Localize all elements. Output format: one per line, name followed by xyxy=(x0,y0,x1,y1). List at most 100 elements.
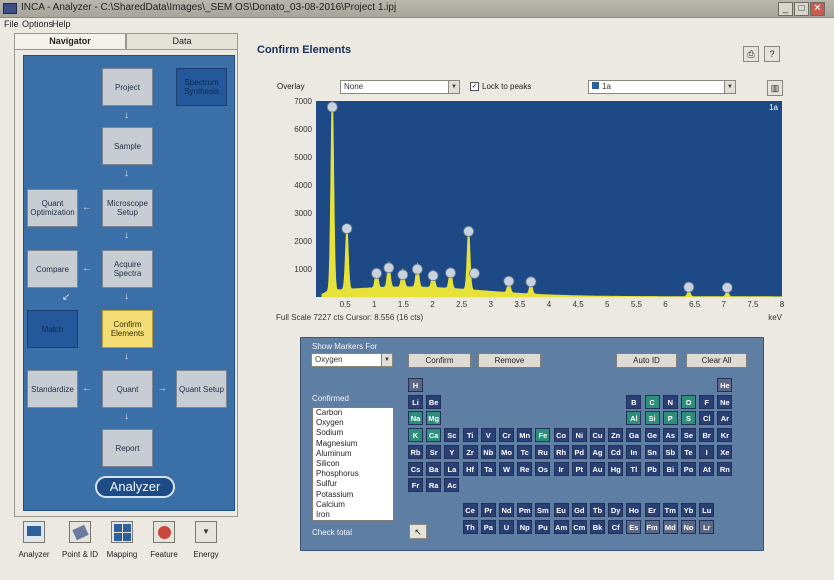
tool-mapping[interactable]: Mapping xyxy=(102,518,142,562)
tab-navigator[interactable]: Navigator xyxy=(14,33,126,49)
peak-marker[interactable] xyxy=(383,262,395,274)
element-rn[interactable]: Rn xyxy=(717,461,733,476)
element-ag[interactable]: Ag xyxy=(590,444,605,459)
close-button[interactable]: ✕ xyxy=(810,2,825,16)
element-u[interactable]: U xyxy=(499,520,514,534)
element-b[interactable]: B xyxy=(626,394,642,409)
element-v[interactable]: V xyxy=(480,428,496,443)
confirm-button[interactable]: Confirm xyxy=(408,353,471,368)
element-te[interactable]: Te xyxy=(681,444,696,459)
element-in[interactable]: In xyxy=(626,444,642,459)
element-fe[interactable]: Fe xyxy=(535,428,551,443)
peak-marker[interactable] xyxy=(503,275,515,287)
peak-marker[interactable] xyxy=(463,225,475,237)
element-pt[interactable]: Pt xyxy=(571,461,587,476)
element-ga[interactable]: Ga xyxy=(626,428,642,443)
confirmed-element-item[interactable]: Potassium xyxy=(313,490,393,500)
element-ta[interactable]: Ta xyxy=(480,461,496,476)
confirmed-element-item[interactable]: Aluminum xyxy=(313,449,393,459)
element-k[interactable]: K xyxy=(408,428,423,443)
element-ba[interactable]: Ba xyxy=(426,461,442,476)
minimize-button[interactable]: _ xyxy=(778,2,793,16)
element-mg[interactable]: Mg xyxy=(426,411,442,426)
element-n[interactable]: N xyxy=(662,394,678,409)
compare-step[interactable]: Compare xyxy=(27,250,78,288)
element-lu[interactable]: Lu xyxy=(699,503,715,517)
element-pm[interactable]: Pm xyxy=(517,503,533,517)
element-pb[interactable]: Pb xyxy=(644,461,660,476)
confirm-elements-step[interactable]: Confirm Elements xyxy=(102,310,153,348)
element-ce[interactable]: Ce xyxy=(462,503,478,517)
element-bi[interactable]: Bi xyxy=(662,461,678,476)
element-au[interactable]: Au xyxy=(590,461,605,476)
element-fr[interactable]: Fr xyxy=(408,478,423,493)
element-tm[interactable]: Tm xyxy=(662,503,678,517)
element-re[interactable]: Re xyxy=(517,461,533,476)
element-sn[interactable]: Sn xyxy=(644,444,660,459)
element-no[interactable]: No xyxy=(681,520,696,534)
element-dy[interactable]: Dy xyxy=(608,503,624,517)
element-cr[interactable]: Cr xyxy=(499,428,514,443)
confirmed-element-item[interactable]: Carbon xyxy=(313,408,393,418)
element-mo[interactable]: Mo xyxy=(499,444,514,459)
element-bk[interactable]: Bk xyxy=(590,520,605,534)
element-tl[interactable]: Tl xyxy=(626,461,642,476)
confirmed-list[interactable]: Carbon Oxygen Sodium Magnesium Aluminum Silic… xyxy=(312,407,394,521)
tool-point-id[interactable]: Point & ID xyxy=(60,518,100,562)
element-rb[interactable]: Rb xyxy=(408,444,423,459)
element-c[interactable]: C xyxy=(644,394,660,409)
element-at[interactable]: At xyxy=(699,461,715,476)
print-icon[interactable]: ⎙ xyxy=(743,46,759,62)
element-hf[interactable]: Hf xyxy=(462,461,478,476)
confirmed-element-item[interactable]: Oxygen xyxy=(313,418,393,428)
element-ho[interactable]: Ho xyxy=(626,503,642,517)
element-am[interactable]: Am xyxy=(553,520,569,534)
element-select[interactable]: Oxygen ▼ xyxy=(311,353,393,367)
standardize-step[interactable]: Standardize xyxy=(27,370,78,408)
confirmed-element-item[interactable]: Calcium xyxy=(313,500,393,510)
peak-marker[interactable] xyxy=(371,267,382,279)
analyzer-button[interactable]: Analyzer xyxy=(95,476,175,498)
element-as[interactable]: As xyxy=(662,428,678,443)
overlay-select[interactable]: None ▼ xyxy=(340,80,460,94)
cursor-icon[interactable]: ↖ xyxy=(409,524,427,539)
element-po[interactable]: Po xyxy=(681,461,696,476)
element-al[interactable]: Al xyxy=(626,411,642,426)
element-cm[interactable]: Cm xyxy=(571,520,587,534)
project-step[interactable]: Project xyxy=(102,68,153,106)
element-xe[interactable]: Xe xyxy=(717,444,733,459)
element-yb[interactable]: Yb xyxy=(681,503,696,517)
element-cd[interactable]: Cd xyxy=(608,444,624,459)
element-co[interactable]: Co xyxy=(553,428,569,443)
element-pu[interactable]: Pu xyxy=(535,520,551,534)
element-gd[interactable]: Gd xyxy=(571,503,587,517)
element-cs[interactable]: Cs xyxy=(408,461,423,476)
microscope-setup-step[interactable]: Microscope Setup xyxy=(102,189,153,227)
element-pr[interactable]: Pr xyxy=(480,503,496,517)
spectrum-options-icon[interactable]: ▥ xyxy=(767,80,783,96)
element-th[interactable]: Th xyxy=(462,520,478,534)
menu-file[interactable]: File xyxy=(4,19,19,29)
element-sc[interactable]: Sc xyxy=(444,428,460,443)
tool-analyzer[interactable]: Analyzer xyxy=(14,518,54,562)
confirmed-element-item[interactable]: Magnesium xyxy=(313,439,393,449)
element-ac[interactable]: Ac xyxy=(444,478,460,493)
clear-all-button[interactable]: Clear All xyxy=(686,353,747,368)
element-cu[interactable]: Cu xyxy=(590,428,605,443)
confirmed-element-item[interactable]: Phosphorus xyxy=(313,469,393,479)
element-p[interactable]: P xyxy=(662,411,678,426)
confirmed-element-item[interactable]: Sulfur xyxy=(313,479,393,489)
element-rh[interactable]: Rh xyxy=(553,444,569,459)
tool-feature[interactable]: Feature xyxy=(144,518,184,562)
element-sm[interactable]: Sm xyxy=(535,503,551,517)
quant-optimization-step[interactable]: Quant Optimization xyxy=(27,189,78,227)
element-ra[interactable]: Ra xyxy=(426,478,442,493)
element-h[interactable]: H xyxy=(408,378,423,392)
element-mn[interactable]: Mn xyxy=(517,428,533,443)
element-li[interactable]: Li xyxy=(408,394,423,409)
remove-button[interactable]: Remove xyxy=(478,353,541,368)
element-i[interactable]: I xyxy=(699,444,715,459)
element-o[interactable]: O xyxy=(681,394,696,409)
tool-energy[interactable]: ▼ Energy xyxy=(186,518,226,562)
element-zn[interactable]: Zn xyxy=(608,428,624,443)
